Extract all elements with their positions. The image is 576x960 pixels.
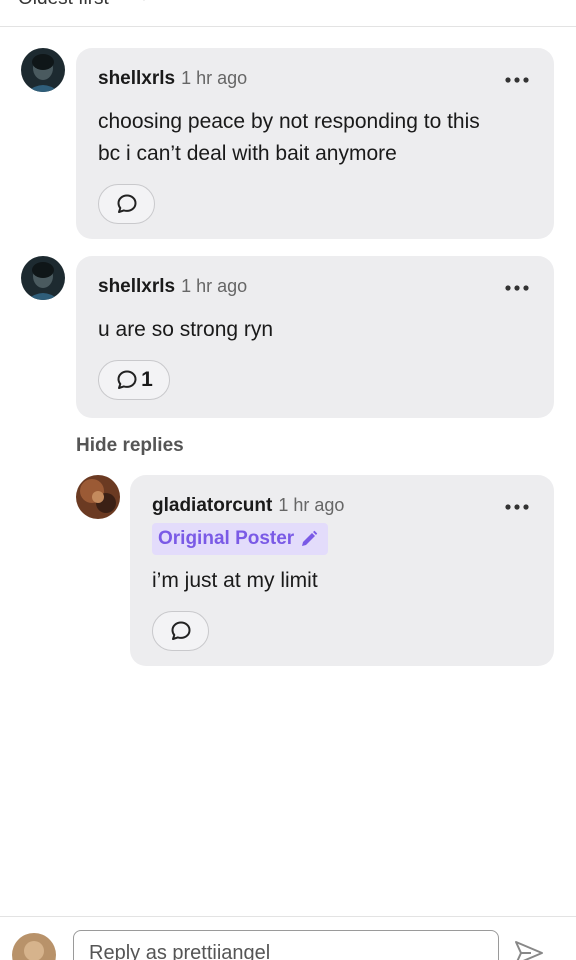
more-dots-icon[interactable] bbox=[504, 76, 530, 84]
comment-meta: gladiatorcunt 1 hr ago bbox=[152, 495, 344, 517]
reply-button[interactable] bbox=[98, 184, 155, 224]
reply-count: 1 bbox=[141, 368, 153, 391]
comment-line: u are so strong ryn bbox=[98, 318, 274, 341]
reply-bubble-icon bbox=[171, 621, 190, 640]
sort-select[interactable]: Oldest first bbox=[18, 0, 109, 10]
comment-body: i’m just at my limit bbox=[152, 565, 318, 597]
comment-line: bc i can’t deal with bait anymore bbox=[98, 142, 397, 165]
reply-card: gladiatorcunt 1 hr ago Original Poster i’… bbox=[130, 475, 554, 666]
more-dots-icon[interactable] bbox=[504, 284, 530, 292]
chevron-down-icon[interactable] bbox=[137, 0, 151, 2]
comment-meta: shellxrls 1 hr ago bbox=[98, 276, 247, 298]
original-poster-badge: Original Poster bbox=[152, 523, 329, 555]
pencil-icon bbox=[302, 530, 318, 546]
timestamp: 1 hr ago bbox=[181, 68, 248, 88]
more-dots-icon[interactable] bbox=[504, 503, 530, 511]
avatar[interactable] bbox=[21, 256, 65, 300]
comment-line: choosing peace by not responding to this bbox=[98, 110, 480, 133]
comment-meta: shellxrls 1 hr ago bbox=[98, 68, 247, 90]
comment-body: choosing peace by not responding to this… bbox=[98, 106, 480, 170]
badge-label: Original Poster bbox=[158, 528, 295, 549]
sort-bar: Oldest first bbox=[0, 0, 576, 27]
avatar[interactable] bbox=[12, 933, 56, 960]
timestamp: 1 hr ago bbox=[181, 276, 248, 296]
username[interactable]: shellxrls bbox=[98, 68, 175, 89]
reply-input[interactable]: Reply as prettiiangel bbox=[73, 930, 499, 960]
comment-card: shellxrls 1 hr ago u are so strong ryn 1 bbox=[76, 256, 554, 418]
send-icon[interactable] bbox=[513, 939, 545, 960]
comment-line: i’m just at my limit bbox=[152, 569, 318, 592]
reply-button[interactable] bbox=[152, 611, 209, 651]
hide-replies-link[interactable]: Hide replies bbox=[76, 435, 184, 457]
reply-bubble-icon bbox=[117, 370, 137, 389]
avatar[interactable] bbox=[21, 48, 65, 92]
comment-card: shellxrls 1 hr ago choosing peace by not … bbox=[76, 48, 554, 239]
avatar[interactable] bbox=[76, 475, 120, 519]
reply-placeholder: Reply as prettiiangel bbox=[89, 942, 271, 960]
reply-composer: Reply as prettiiangel bbox=[0, 916, 576, 960]
username[interactable]: shellxrls bbox=[98, 276, 175, 297]
reply-bubble-icon bbox=[117, 194, 136, 213]
reply-button[interactable]: 1 bbox=[98, 360, 170, 400]
comment-body: u are so strong ryn bbox=[98, 314, 273, 346]
username[interactable]: gladiatorcunt bbox=[152, 495, 272, 516]
timestamp: 1 hr ago bbox=[278, 495, 345, 515]
